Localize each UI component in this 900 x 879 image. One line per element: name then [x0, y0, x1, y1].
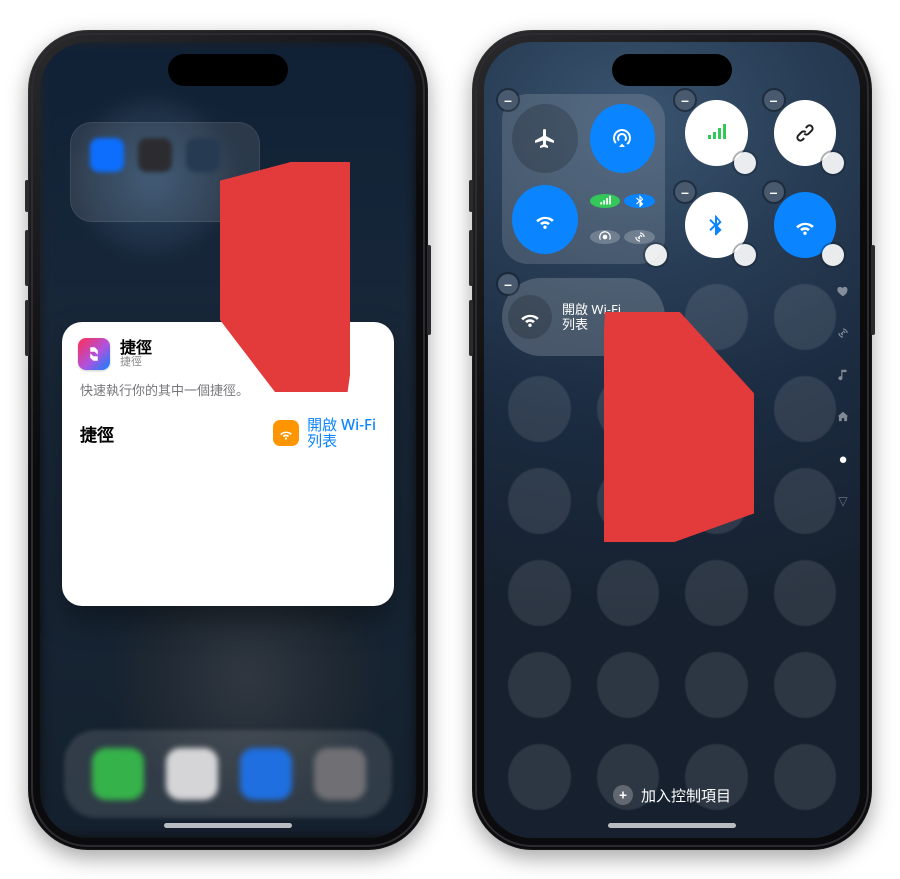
empty-slot[interactable]	[508, 468, 571, 534]
widget-shortcut-link[interactable]: 開啟 Wi-Fi 列表	[307, 417, 376, 450]
airplane-mode-toggle[interactable]	[512, 104, 578, 173]
wifi-tile[interactable]: –	[768, 186, 843, 264]
chevron-down-icon[interactable]: ▽	[834, 492, 852, 510]
resize-handle[interactable]	[734, 244, 756, 266]
volume-down-button	[469, 300, 473, 356]
open-wifi-list-shortcut-tile[interactable]: – 開啟 Wi-Fi 列表	[502, 278, 665, 356]
bluetooth-icon	[624, 194, 655, 208]
wifi-icon	[508, 295, 552, 339]
volume-down-button	[25, 300, 29, 356]
heart-icon[interactable]	[834, 282, 852, 300]
empty-slot[interactable]	[685, 284, 748, 350]
cellular-tile[interactable]: –	[679, 94, 754, 172]
add-control-label: 加入控制項目	[641, 785, 731, 806]
plus-icon: +	[613, 785, 633, 805]
empty-slot[interactable]	[774, 560, 837, 626]
side-button	[25, 180, 29, 212]
control-center-grid: –	[502, 94, 842, 778]
empty-slot[interactable]	[508, 376, 571, 442]
home-indicator[interactable]	[164, 823, 292, 828]
empty-slot[interactable]	[508, 560, 571, 626]
screen-left: 捷徑 捷徑 快速執行你的其中一個捷徑。 捷徑 開啟 Wi-Fi 列表	[40, 42, 416, 838]
phone-left: 捷徑 捷徑 快速執行你的其中一個捷徑。 捷徑 開啟 Wi-Fi 列表	[28, 30, 428, 850]
side-button	[469, 180, 473, 212]
connectivity-mini-cluster[interactable]	[590, 185, 656, 254]
empty-slot[interactable]	[774, 468, 837, 534]
connectivity-group[interactable]: –	[502, 94, 665, 264]
volume-up-button	[25, 230, 29, 286]
shortcut-tile-line2: 列表	[562, 317, 621, 332]
page-indicator-rail[interactable]: ● ▽	[834, 282, 852, 510]
remove-icon[interactable]: –	[764, 90, 784, 110]
empty-slot[interactable]	[685, 468, 748, 534]
remove-icon[interactable]: –	[675, 90, 695, 110]
empty-slot[interactable]	[508, 652, 571, 718]
widget-app-subtitle: 捷徑	[120, 356, 152, 369]
power-button	[427, 245, 431, 335]
dock-app-blur	[314, 748, 366, 800]
blur-icon	[186, 138, 220, 172]
power-button	[871, 245, 875, 335]
empty-slot[interactable]	[685, 560, 748, 626]
home-indicator[interactable]	[608, 823, 736, 828]
dynamic-island	[612, 54, 732, 86]
dynamic-island	[168, 54, 288, 86]
empty-slot[interactable]	[774, 284, 837, 350]
empty-slot[interactable]	[597, 376, 660, 442]
broadcast-icon[interactable]	[834, 324, 852, 342]
resize-handle[interactable]	[822, 244, 844, 266]
wifi-toggle[interactable]	[512, 185, 578, 254]
bluetooth-tile[interactable]: –	[679, 186, 754, 264]
music-icon[interactable]	[834, 366, 852, 384]
widget-picker-card: 捷徑 捷徑 快速執行你的其中一個捷徑。 捷徑 開啟 Wi-Fi 列表	[62, 322, 394, 606]
phone-right: –	[472, 30, 872, 850]
add-control-button[interactable]: + 加入控制項目	[484, 785, 860, 806]
cellular-icon	[590, 194, 621, 208]
empty-slot[interactable]	[597, 468, 660, 534]
empty-slot[interactable]	[597, 652, 660, 718]
empty-slot[interactable]	[597, 560, 660, 626]
shortcuts-app-icon	[78, 338, 110, 370]
empty-slot[interactable]	[685, 376, 748, 442]
focus-link-tile[interactable]: –	[768, 94, 843, 172]
remove-icon[interactable]: –	[498, 274, 518, 294]
airdrop-toggle[interactable]	[590, 104, 656, 173]
home-icon[interactable]	[834, 408, 852, 426]
dock-app-blur	[92, 748, 144, 800]
empty-slot[interactable]	[774, 376, 837, 442]
widget-description: 快速執行你的其中一個捷徑。	[80, 380, 376, 399]
screen-right: –	[484, 42, 860, 838]
widget-blur	[70, 122, 260, 222]
resize-handle[interactable]	[734, 152, 756, 174]
dock-app-blur	[166, 748, 218, 800]
remove-icon[interactable]: –	[764, 182, 784, 202]
widget-row-label: 捷徑	[80, 421, 114, 446]
widget-config-row[interactable]: 捷徑 開啟 Wi-Fi 列表	[78, 411, 378, 456]
blur-icon	[138, 138, 172, 172]
remove-icon[interactable]: –	[498, 90, 518, 110]
empty-slot[interactable]	[774, 652, 837, 718]
hotspot-icon	[590, 230, 621, 244]
wifi-icon	[273, 420, 299, 446]
resize-handle[interactable]	[645, 244, 667, 266]
dock-app-blur	[240, 748, 292, 800]
remove-icon[interactable]: –	[675, 182, 695, 202]
satellite-icon	[624, 230, 655, 244]
blur-icon	[90, 138, 124, 172]
volume-up-button	[469, 230, 473, 286]
widget-shortcut-line2: 列表	[307, 433, 376, 450]
resize-handle[interactable]	[645, 336, 667, 358]
resize-handle[interactable]	[822, 152, 844, 174]
current-page-dot[interactable]: ●	[834, 450, 852, 468]
empty-slot[interactable]	[685, 652, 748, 718]
